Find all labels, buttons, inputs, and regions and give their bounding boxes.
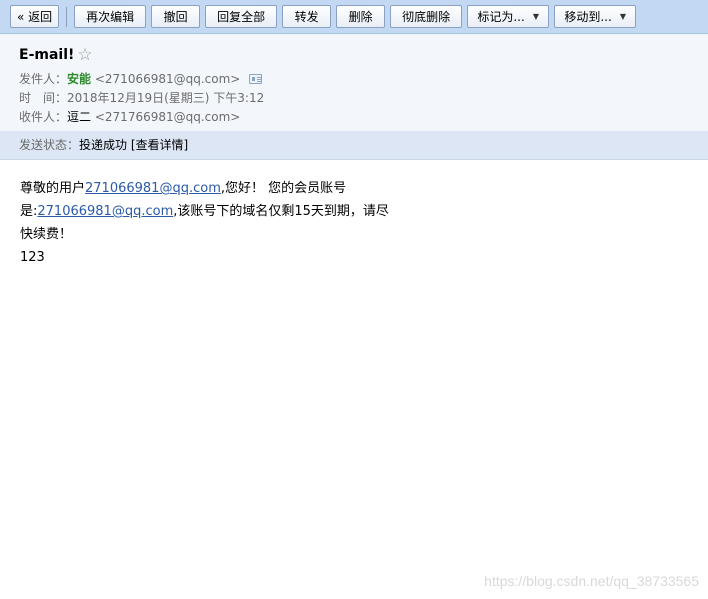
body-line: 尊敬的用户271066981@qq.com,您好！ 您的会员账号 <box>20 177 708 200</box>
to-row: 收件人：逗二 <271766981@qq.com> <box>19 108 708 127</box>
caret-down-icon: ▼ <box>619 12 626 21</box>
time-label: 时 间： <box>19 91 68 105</box>
recipient-address: <271766981@qq.com> <box>94 110 241 124</box>
delivery-status-bar: 发送状态：投递成功 [查看详情] <box>0 131 708 159</box>
status-value: 投递成功 <box>79 138 128 152</box>
from-row: 发件人：安能 <271066981@qq.com> <box>19 70 708 89</box>
body-text: ,该账号下的域名仅剩15天到期，请尽 <box>173 204 389 219</box>
mark-as-label: 标记为... <box>477 10 525 24</box>
time-value: 2018年12月19日(星期三) 下午3:12 <box>67 91 265 105</box>
mail-header: E-mail! ☆ 发件人：安能 <271066981@qq.com> 时 间：… <box>0 34 708 160</box>
body-text: 是: <box>20 204 38 219</box>
status-label: 发送状态： <box>19 138 80 152</box>
to-label: 收件人： <box>19 110 68 124</box>
recipient-name[interactable]: 逗二 <box>67 110 91 124</box>
move-to-dropdown[interactable]: 移动到... ▼ <box>554 5 637 28</box>
from-label: 发件人： <box>19 72 68 86</box>
body-line: 快续费！ <box>20 227 73 242</box>
forward-button[interactable]: 转发 <box>282 5 332 28</box>
toolbar: « 返回 再次编辑 撤回 回复全部 转发 删除 彻底删除 标记为... ▼ 移动… <box>0 0 708 34</box>
delete-button[interactable]: 删除 <box>336 5 386 28</box>
email-link[interactable]: 271066981@qq.com <box>37 204 173 219</box>
sender-address: <271066981@qq.com> <box>94 72 241 86</box>
delete-forever-button[interactable]: 彻底删除 <box>390 5 463 28</box>
mail-meta: 发件人：安能 <271066981@qq.com> 时 间：2018年12月19… <box>0 70 708 127</box>
mail-body: 尊敬的用户271066981@qq.com,您好！ 您的会员账号 是:27106… <box>0 160 708 269</box>
back-button[interactable]: « 返回 <box>10 5 60 28</box>
recall-button[interactable]: 撤回 <box>151 5 201 28</box>
contact-card-icon[interactable] <box>249 74 263 84</box>
subject-row: E-mail! ☆ <box>0 44 708 66</box>
email-link[interactable]: 271066981@qq.com <box>85 181 221 196</box>
mark-as-dropdown[interactable]: 标记为... ▼ <box>467 5 550 28</box>
re-edit-button[interactable]: 再次编辑 <box>74 5 147 28</box>
star-outline-icon[interactable]: ☆ <box>77 46 92 64</box>
toolbar-separator <box>66 6 68 27</box>
move-to-label: 移动到... <box>564 10 612 24</box>
body-line: 是:271066981@qq.com,该账号下的域名仅剩15天到期，请尽 <box>20 200 708 223</box>
body-line: 123 <box>20 250 45 265</box>
time-row: 时 间：2018年12月19日(星期三) 下午3:12 <box>19 89 708 108</box>
reply-all-button[interactable]: 回复全部 <box>205 5 278 28</box>
body-text: ,您好！ 您的会员账号 <box>220 181 347 196</box>
body-text: 尊敬的用户 <box>20 181 86 196</box>
mail-subject: E-mail! <box>19 47 75 63</box>
status-details-link[interactable]: [查看详情] <box>131 138 188 152</box>
caret-down-icon: ▼ <box>532 12 539 21</box>
watermark: https://blog.csdn.net/qq_38733565 <box>484 573 699 589</box>
sender-name[interactable]: 安能 <box>67 72 91 86</box>
